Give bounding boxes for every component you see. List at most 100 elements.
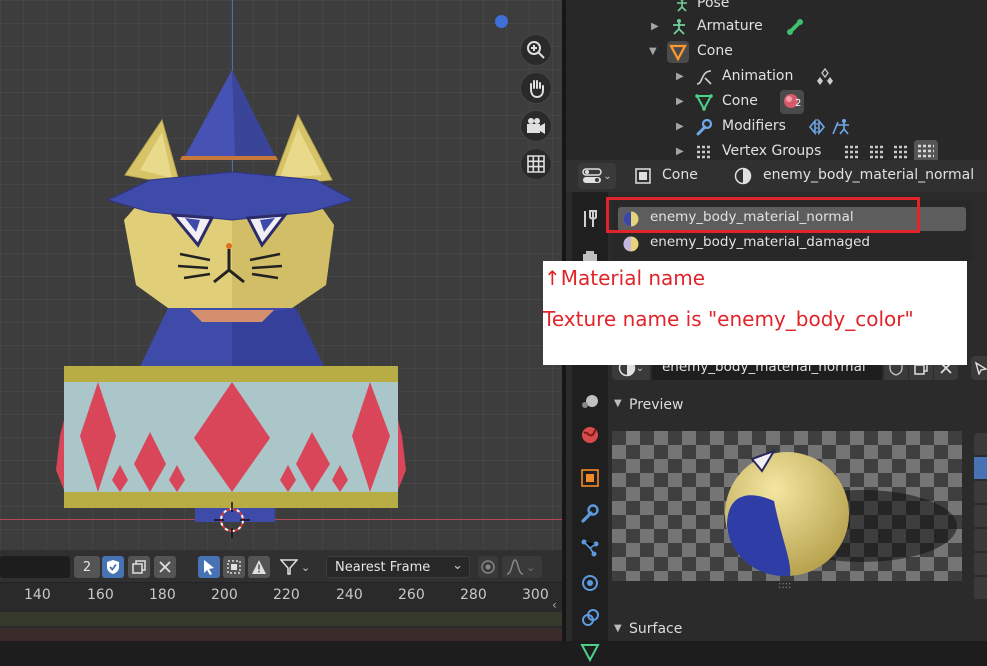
tab-constraints[interactable] xyxy=(576,604,604,632)
proportional-edit-button[interactable] xyxy=(478,556,498,578)
frame-tick: 240 xyxy=(336,587,363,603)
frame-field-left[interactable] xyxy=(0,556,70,578)
preview-panel-header[interactable]: ▼ Preview xyxy=(612,396,972,418)
preview-cube-button[interactable] xyxy=(974,481,987,503)
preview-sky-button[interactable] xyxy=(974,553,987,575)
tab-particles[interactable] xyxy=(576,534,604,562)
camera-view-button[interactable] xyxy=(520,110,552,142)
bone-icon xyxy=(787,19,803,35)
frame-tick: 260 xyxy=(398,587,425,603)
outliner-row-modifiers[interactable]: ▶ Modifiers xyxy=(566,115,987,140)
outliner-label: Armature xyxy=(697,18,763,34)
tab-modifiers[interactable] xyxy=(576,499,604,527)
ortho-grid-button[interactable] xyxy=(520,148,552,180)
preview-world-button[interactable] xyxy=(974,577,987,599)
mirror-modifier-icon xyxy=(808,118,826,136)
outliner[interactable]: Pose ▶ Armature ▼ Cone ▶ Animation ▶ Con… xyxy=(566,0,987,160)
tab-tool[interactable] xyxy=(576,205,604,233)
constraints-icon xyxy=(582,609,599,626)
keyframe-track[interactable] xyxy=(0,612,562,626)
pan-button[interactable] xyxy=(520,72,552,104)
preview-shape-buttons xyxy=(974,431,987,606)
timeline-editor[interactable]: 2 ⌄ Nearest Frame ⌄ ⌄ 140 160 180 200 22… xyxy=(0,550,562,641)
3d-viewport[interactable] xyxy=(0,0,562,550)
preview-monkey-button[interactable] xyxy=(974,505,987,527)
preview-resize-handle[interactable]: :::: xyxy=(778,580,791,591)
annotation-callout: ↑Material name Texture name is "enemy_bo… xyxy=(543,261,967,365)
frame-tick: 180 xyxy=(149,587,176,603)
gizmo-z-dot[interactable] xyxy=(495,15,508,28)
tab-physics[interactable] xyxy=(576,569,604,597)
armature-modifier-icon xyxy=(832,119,849,135)
collapse-arrow-icon[interactable]: ‹ xyxy=(552,598,557,612)
outliner-row-armature[interactable]: ▶ Armature xyxy=(566,15,987,40)
surface-panel-header[interactable]: ▼ Surface xyxy=(612,621,972,641)
chevron-down-icon: ⌄ xyxy=(603,170,612,182)
outliner-label: Modifiers xyxy=(722,118,786,134)
tab-world[interactable] xyxy=(576,421,604,449)
tab-scene[interactable] xyxy=(576,387,604,415)
preview-flat-button[interactable] xyxy=(974,433,987,455)
snap-mode-dropdown[interactable]: Nearest Frame ⌄ xyxy=(326,556,470,578)
pose-icon xyxy=(677,0,687,12)
select-tool-button[interactable] xyxy=(198,556,220,578)
frame-tick: 140 xyxy=(24,587,51,603)
outliner-row-vertex-groups[interactable]: ▶ Vertex Groups xyxy=(566,140,987,160)
annotation-texture-note: Texture name is "enemy_body_color" xyxy=(543,307,914,331)
box-select-button[interactable] xyxy=(223,556,245,578)
expand-triangle-icon[interactable]: ▶ xyxy=(676,71,684,82)
filter-dropdown[interactable]: ⌄ xyxy=(280,556,318,578)
tab-mesh-data[interactable] xyxy=(576,638,604,666)
scene-icon xyxy=(582,395,598,408)
outliner-row-animation[interactable]: ▶ Animation xyxy=(566,65,987,90)
particles-icon xyxy=(581,539,599,557)
copy-icon xyxy=(132,560,146,574)
properties-editor[interactable]: ⌄ Cone enemy_body_material_normal enemy_… xyxy=(566,160,987,662)
preview-panel-label: Preview xyxy=(629,397,684,413)
current-frame-field[interactable]: 2 xyxy=(74,556,100,578)
collapse-triangle-icon[interactable]: ▼ xyxy=(649,46,657,57)
expand-triangle-icon[interactable]: ▶ xyxy=(676,121,684,132)
frame-ruler[interactable]: 140 160 180 200 220 240 260 280 300 xyxy=(0,582,562,609)
mesh-data-icon xyxy=(695,94,713,111)
properties-tab-bar xyxy=(572,192,608,662)
expand-triangle-icon[interactable]: ▶ xyxy=(676,96,684,107)
expand-triangle-icon[interactable]: ▶ xyxy=(676,146,684,157)
frame-tick: 160 xyxy=(87,587,114,603)
zoom-button[interactable] xyxy=(520,34,552,66)
tab-object[interactable] xyxy=(576,464,604,492)
mesh-data-icon xyxy=(580,644,600,662)
editor-type-dropdown[interactable]: ⌄ xyxy=(578,163,616,189)
cat-character-model[interactable] xyxy=(40,60,420,530)
pin-button[interactable] xyxy=(971,356,987,380)
chevron-down-icon: ⌄ xyxy=(301,560,311,574)
material-sphere-icon xyxy=(623,236,639,252)
expand-triangle-icon[interactable]: ▶ xyxy=(651,21,659,32)
properties-header: ⌄ Cone enemy_body_material_normal xyxy=(566,160,987,192)
unlink-action-button[interactable] xyxy=(154,556,176,578)
warning-button[interactable] xyxy=(248,556,270,578)
cursor-arrow-icon xyxy=(204,560,214,575)
material-slot-label: enemy_body_material_damaged xyxy=(650,234,871,250)
chevron-down-icon: ▼ xyxy=(614,623,622,634)
3d-cursor-icon[interactable] xyxy=(212,500,252,540)
outliner-row-cone-object[interactable]: ▼ Cone xyxy=(566,40,987,65)
material-preview-render xyxy=(612,431,962,581)
fake-user-button[interactable] xyxy=(102,556,124,578)
outliner-row-cone-mesh[interactable]: ▶ Cone 2 xyxy=(566,90,987,115)
zoom-icon xyxy=(527,41,545,59)
material-users-badge: 2 xyxy=(795,98,802,109)
falloff-dropdown[interactable]: ⌄ xyxy=(502,556,542,578)
preview-sphere-button[interactable] xyxy=(974,457,987,479)
highlight-box xyxy=(606,197,920,233)
duplicate-action-button[interactable] xyxy=(128,556,150,578)
vertex-group-icon xyxy=(845,145,859,159)
preview-hair-button[interactable] xyxy=(974,529,987,551)
material-slot-damaged[interactable]: enemy_body_material_damaged xyxy=(618,232,966,256)
material-icon xyxy=(734,167,752,185)
proportional-icon xyxy=(481,560,495,574)
chevron-down-icon: ⌄ xyxy=(526,560,536,574)
properties-editor-icon xyxy=(582,168,603,183)
keyframe-track-lower[interactable] xyxy=(0,628,562,641)
filter-icon xyxy=(280,559,298,575)
